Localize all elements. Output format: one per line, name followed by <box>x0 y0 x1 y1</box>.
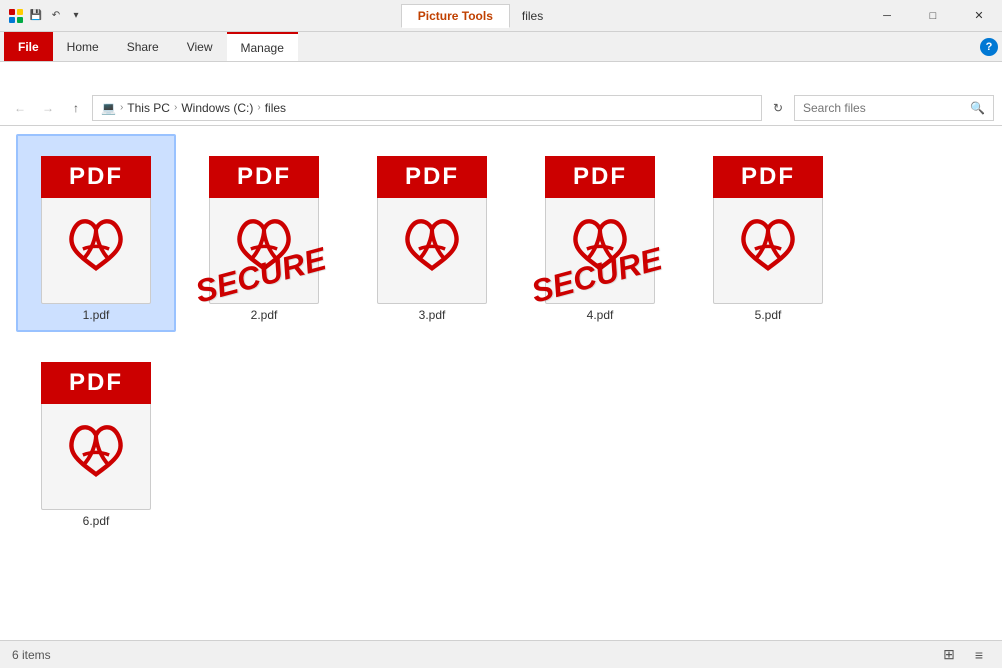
undo-icon[interactable]: ↶ <box>48 8 64 24</box>
acrobat-symbol <box>397 207 467 280</box>
titlebar-center: Picture Tools files <box>92 4 864 28</box>
file-item[interactable]: PDF 3.pdf <box>352 134 512 332</box>
back-button[interactable]: ← <box>8 96 32 120</box>
tab-file[interactable]: File <box>4 32 53 61</box>
item-count: 6 items <box>12 648 51 662</box>
pdf-label: PDF <box>741 163 795 191</box>
file-item[interactable]: PDF SECURE 4.pdf <box>520 134 680 332</box>
pdf-icon-wrapper: PDF <box>31 144 161 304</box>
search-box[interactable]: 🔍 <box>794 95 994 121</box>
breadcrumb-this-pc: 💻 <box>101 101 116 115</box>
ribbon-content <box>0 62 1002 90</box>
forward-button[interactable]: → <box>36 96 60 120</box>
tab-home[interactable]: Home <box>53 32 113 61</box>
file-item[interactable]: PDF 5.pdf <box>688 134 848 332</box>
files-container: PDF 1.pdf <box>0 126 1002 640</box>
tab-share[interactable]: Share <box>113 32 173 61</box>
pdf-banner: PDF <box>545 156 655 198</box>
up-button[interactable]: ↑ <box>64 96 88 120</box>
search-icon: 🔍 <box>970 101 985 115</box>
dropdown-icon[interactable]: ▾ <box>68 8 84 24</box>
file-item[interactable]: PDF 6.pdf <box>16 340 176 538</box>
view-large-icon[interactable]: ⊞ <box>938 644 960 666</box>
pdf-icon-wrapper: PDF <box>367 144 497 304</box>
pdf-icon-wrapper: PDF SECURE <box>535 144 665 304</box>
pdf-banner: PDF <box>41 362 151 404</box>
file-label: 6.pdf <box>83 514 110 528</box>
pdf-label: PDF <box>237 163 291 191</box>
title-bar: 💾 ↶ ▾ Picture Tools files ─ □ ✕ <box>0 0 1002 32</box>
ribbon-tabs: File Home Share View Manage ? <box>0 32 1002 62</box>
search-input[interactable] <box>803 101 966 115</box>
acrobat-symbol <box>61 413 131 486</box>
file-label: 3.pdf <box>419 308 446 322</box>
pdf-label: PDF <box>69 163 123 191</box>
breadcrumb: 💻 › This PC › Windows (C:) › files <box>101 101 286 115</box>
address-input[interactable]: 💻 › This PC › Windows (C:) › files <box>92 95 762 121</box>
address-bar: ← → ↑ 💻 › This PC › Windows (C:) › files… <box>0 90 1002 126</box>
close-button[interactable]: ✕ <box>956 0 1002 32</box>
help-button[interactable]: ? <box>980 38 998 56</box>
acrobat-symbol <box>61 207 131 280</box>
status-right: ⊞ ≡ <box>938 644 990 666</box>
breadcrumb-files: files <box>265 101 286 115</box>
pdf-banner: PDF <box>377 156 487 198</box>
maximize-button[interactable]: □ <box>910 0 956 32</box>
file-label: 1.pdf <box>83 308 110 322</box>
file-label: 5.pdf <box>755 308 782 322</box>
pdf-banner: PDF <box>713 156 823 198</box>
pdf-label: PDF <box>69 369 123 397</box>
pdf-banner: PDF <box>209 156 319 198</box>
folder-title: files <box>510 5 555 27</box>
window-controls: ─ □ ✕ <box>864 0 1002 32</box>
system-icon <box>8 8 24 24</box>
pdf-label: PDF <box>573 163 627 191</box>
breadcrumb-thisPc: This PC <box>127 101 170 115</box>
breadcrumb-windows: Windows (C:) <box>181 101 253 115</box>
titlebar-icons: 💾 ↶ ▾ <box>0 8 92 24</box>
acrobat-symbol <box>733 207 803 280</box>
pdf-icon-wrapper: PDF SECURE <box>199 144 329 304</box>
file-label: 2.pdf <box>251 308 278 322</box>
status-bar: 6 items ⊞ ≡ <box>0 640 1002 668</box>
minimize-button[interactable]: ─ <box>864 0 910 32</box>
pdf-icon-wrapper: PDF <box>31 350 161 510</box>
pdf-banner: PDF <box>41 156 151 198</box>
tab-view[interactable]: View <box>173 32 227 61</box>
refresh-button[interactable]: ↻ <box>766 96 790 120</box>
file-item[interactable]: PDF SECURE 2.pdf <box>184 134 344 332</box>
file-item[interactable]: PDF 1.pdf <box>16 134 176 332</box>
picture-tools-tab[interactable]: Picture Tools <box>401 4 510 28</box>
quick-access-icon[interactable]: 💾 <box>28 8 44 24</box>
file-label: 4.pdf <box>587 308 614 322</box>
pdf-label: PDF <box>405 163 459 191</box>
tab-manage[interactable]: Manage <box>227 32 298 61</box>
view-list-icon[interactable]: ≡ <box>968 644 990 666</box>
pdf-icon-wrapper: PDF <box>703 144 833 304</box>
